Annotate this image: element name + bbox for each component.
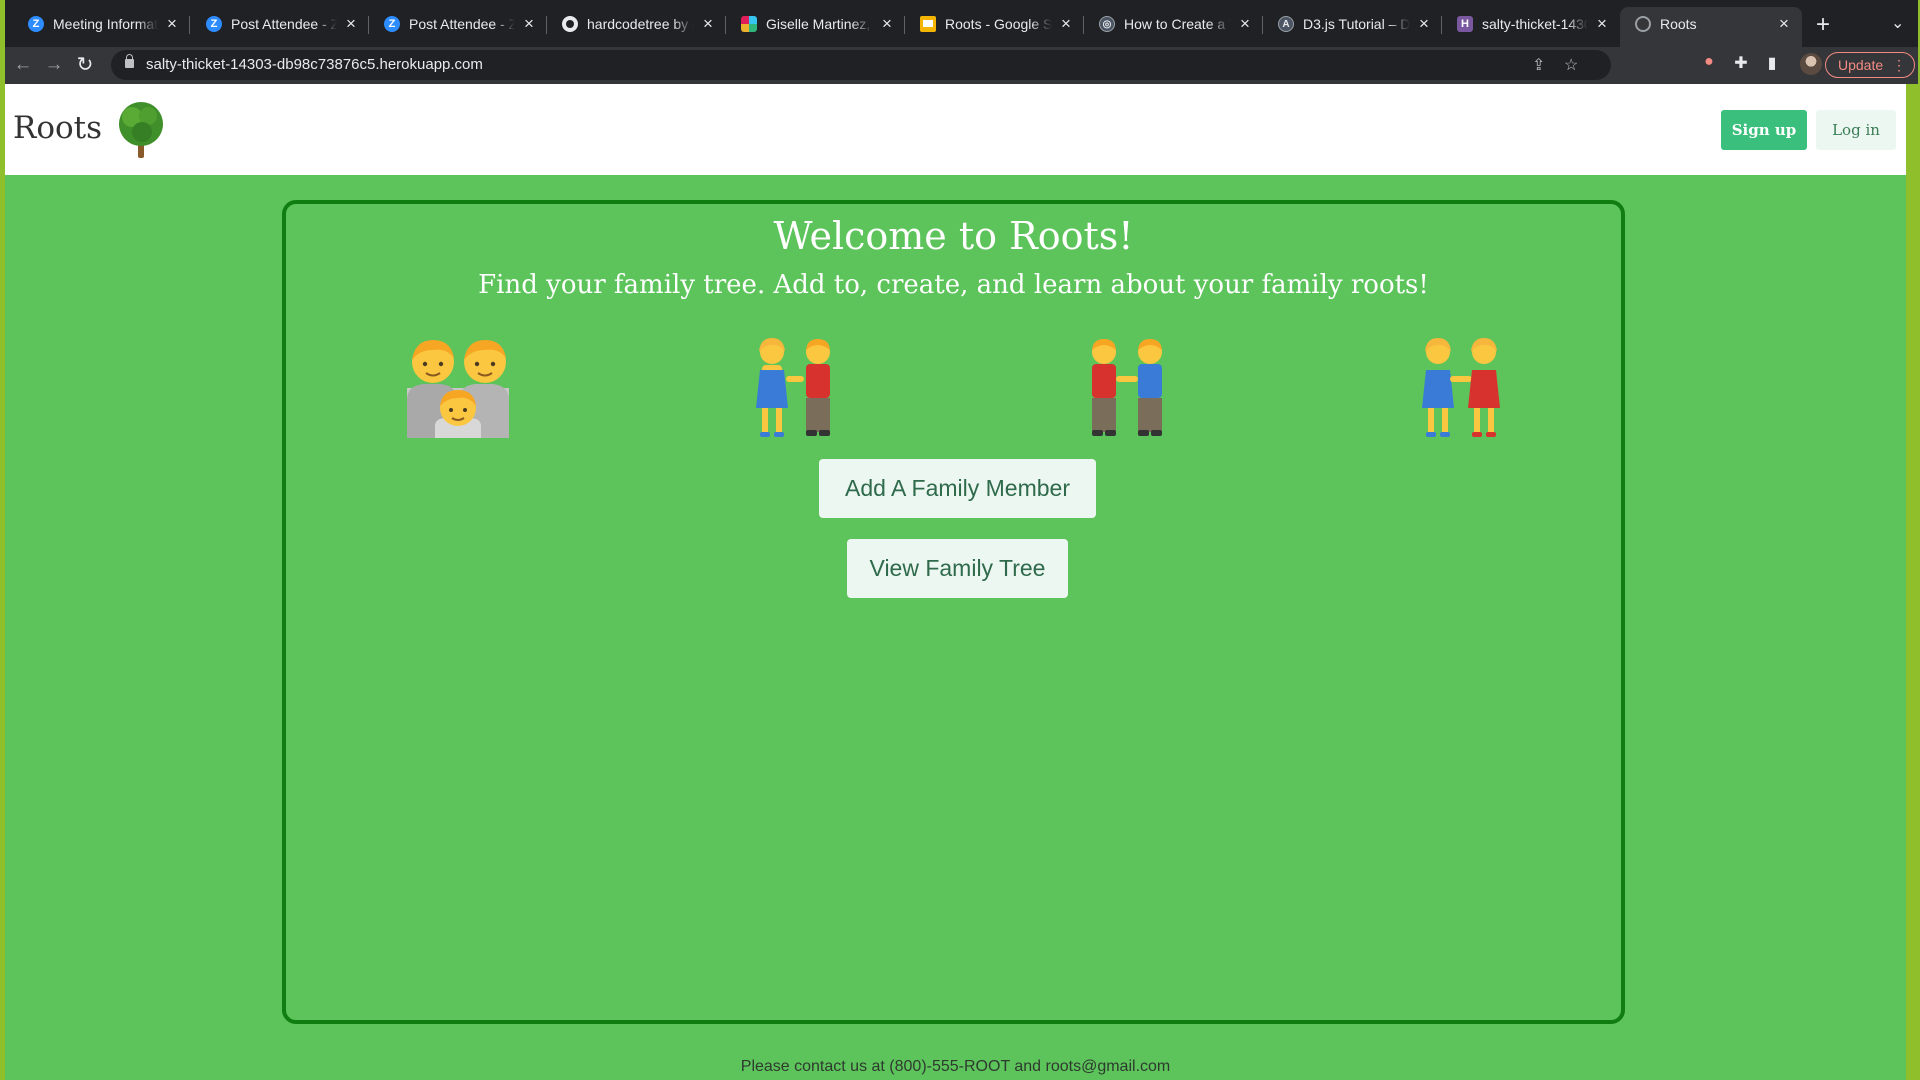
- tab-roots-slides[interactable]: Roots - Google Slides ×: [905, 8, 1084, 40]
- more-icon[interactable]: ⋮: [1892, 53, 1906, 77]
- close-icon[interactable]: ×: [1237, 15, 1253, 32]
- tab-how-to-create-tree[interactable]: ◎ How to Create a Tree ×: [1084, 8, 1263, 40]
- tab-meeting-information[interactable]: Z Meeting Information ×: [13, 8, 190, 40]
- slack-icon: [741, 16, 757, 32]
- signup-button[interactable]: Sign up: [1721, 110, 1807, 150]
- tab-bar: Z Meeting Information × Z Post Attendee …: [5, 0, 1918, 47]
- recording-icon[interactable]: ●: [1698, 53, 1720, 71]
- tab-title: D3.js Tutorial – Data: [1303, 16, 1410, 32]
- couple-two-women-icon: [1422, 338, 1500, 437]
- tab-title: Post Attendee - Zoom: [409, 16, 515, 32]
- update-label: Update: [1838, 57, 1884, 73]
- tab-title: Roots - Google Slides: [945, 16, 1052, 32]
- couple-two-men-icon: [1092, 339, 1162, 436]
- extensions-icon[interactable]: ✚: [1730, 53, 1752, 73]
- tab-post-attendee-1[interactable]: Z Post Attendee - Zoom ×: [191, 8, 369, 40]
- browser-toolbar: ← → ↻ salty-thicket-14303-db98c73876c5.h…: [5, 47, 1918, 84]
- login-button[interactable]: Log in: [1816, 110, 1896, 150]
- zoom-icon: Z: [28, 16, 44, 32]
- tab-title: salty-thicket-14303: [1482, 16, 1588, 32]
- star-icon[interactable]: ☆: [1564, 55, 1578, 75]
- page: Roots Sign up Log in Welcome to Roots! F…: [5, 84, 1906, 1080]
- side-panel-icon[interactable]: ▮: [1761, 53, 1783, 73]
- forward-icon[interactable]: →: [40, 51, 68, 79]
- page-subtitle: Find your family tree. Add to, create, a…: [478, 270, 1429, 300]
- tree-icon: [119, 102, 163, 158]
- address-bar[interactable]: salty-thicket-14303-db98c73876c5.herokua…: [111, 50, 1611, 80]
- new-tab-icon[interactable]: +: [1811, 13, 1835, 37]
- chevron-down-icon[interactable]: ⌄: [1891, 13, 1904, 33]
- circle-icon: A: [1278, 16, 1294, 32]
- slides-icon: [920, 16, 936, 32]
- url-text[interactable]: salty-thicket-14303-db98c73876c5.herokua…: [146, 56, 483, 73]
- browser-chrome: Z Meeting Information × Z Post Attendee …: [5, 0, 1918, 84]
- tab-title: Giselle Martinez, wr: [766, 16, 873, 32]
- zoom-icon: Z: [206, 16, 222, 32]
- couple-man-woman-icon: [756, 338, 830, 437]
- view-family-tree-button[interactable]: View Family Tree: [847, 539, 1068, 598]
- globe-icon: [1635, 15, 1651, 32]
- close-icon[interactable]: ×: [1416, 15, 1432, 32]
- tab-salty-thicket[interactable]: H salty-thicket-14303 ×: [1442, 8, 1620, 40]
- tab-title: hardcodetree by eec: [587, 16, 694, 32]
- share-icon[interactable]: ⇪: [1532, 55, 1545, 75]
- tab-title: Roots: [1660, 15, 1697, 32]
- tab-title: How to Create a Tree: [1124, 16, 1231, 32]
- family-icon: [407, 340, 509, 438]
- back-icon[interactable]: ←: [9, 51, 37, 79]
- avatar[interactable]: [1800, 53, 1822, 75]
- add-family-member-button[interactable]: Add A Family Member: [819, 459, 1096, 518]
- tab-title: Post Attendee - Zoom: [231, 16, 337, 32]
- close-icon[interactable]: ×: [1776, 15, 1792, 32]
- close-icon[interactable]: ×: [879, 15, 895, 32]
- heroku-icon: H: [1457, 16, 1473, 32]
- site-navbar: Roots Sign up Log in: [5, 84, 1906, 175]
- circle-icon: ◎: [1099, 16, 1115, 32]
- tab-post-attendee-2[interactable]: Z Post Attendee - Zoom ×: [369, 8, 547, 40]
- close-icon[interactable]: ×: [521, 15, 537, 32]
- tab-title: Meeting Information: [53, 16, 158, 32]
- close-icon[interactable]: ×: [1594, 15, 1610, 32]
- tab-roots-active[interactable]: Roots ×: [1620, 7, 1802, 47]
- zoom-icon: Z: [384, 16, 400, 32]
- tab-hardcodetree[interactable]: hardcodetree by eec ×: [547, 8, 726, 40]
- tab-slack-giselle[interactable]: Giselle Martinez, wr ×: [726, 8, 905, 40]
- update-button[interactable]: Update ⋮: [1825, 52, 1915, 78]
- brand-name[interactable]: Roots: [13, 110, 102, 146]
- close-icon[interactable]: ×: [164, 15, 180, 32]
- reload-icon[interactable]: ↻: [71, 51, 99, 79]
- main-card: Welcome to Roots! Find your family tree.…: [282, 200, 1625, 1024]
- page-title: Welcome to Roots!: [773, 214, 1134, 258]
- lock-icon[interactable]: [125, 54, 134, 68]
- close-icon[interactable]: ×: [1058, 15, 1074, 32]
- github-icon: [562, 16, 578, 32]
- tab-d3js-tutorial[interactable]: A D3.js Tutorial – Data ×: [1263, 8, 1442, 40]
- footer-contact: Please contact us at (800)-555-ROOT and …: [740, 1058, 1171, 1075]
- close-icon[interactable]: ×: [700, 15, 716, 32]
- close-icon[interactable]: ×: [343, 15, 359, 32]
